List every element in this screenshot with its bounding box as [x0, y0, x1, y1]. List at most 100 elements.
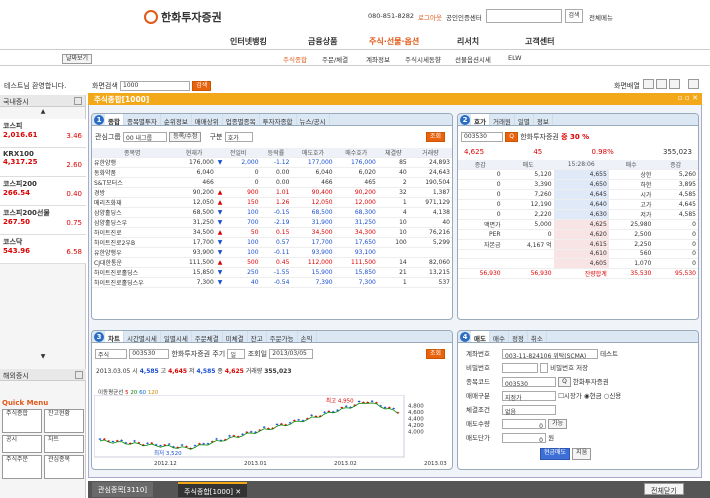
orderbook-row[interactable]: 0 5,120 4,655 상한 5,260	[458, 169, 698, 181]
subnav-elw[interactable]: ELW	[508, 54, 522, 62]
add-icon[interactable]	[75, 371, 83, 379]
market-order-checkbox[interactable]: 시장가	[564, 392, 582, 400]
credit-radio[interactable]: 신용	[609, 392, 621, 400]
brand-logo[interactable]: 한화투자증권	[144, 9, 222, 25]
cond-select[interactable]: 없음	[502, 405, 556, 416]
code-search-icon[interactable]: Q	[558, 377, 571, 387]
task-tab-watchlist[interactable]: 관심종목[3110]	[92, 482, 154, 497]
quick-stock-summary[interactable]: 주식종합	[2, 409, 42, 433]
task-tab-stock-summary[interactable]: 주식종합[1000] ✕	[178, 482, 248, 497]
col-name[interactable]: 종목명	[92, 148, 173, 159]
qty-input[interactable]: 0	[502, 419, 546, 430]
index-item[interactable]: 코스피200선물 267.50 0.75	[0, 206, 86, 235]
close-all-button[interactable]: 전체닫기	[644, 483, 684, 495]
pw-input[interactable]	[502, 363, 538, 373]
all-menu-link[interactable]: 전체메뉴	[589, 12, 613, 22]
col-volume[interactable]: 거래량	[408, 148, 452, 159]
nav-customer[interactable]: 고객센터	[525, 36, 554, 47]
p3-tab-unfilled[interactable]: 미체결	[223, 331, 248, 343]
settings-icon[interactable]	[688, 79, 699, 89]
subnav-stock-summary[interactable]: 주식종합	[283, 54, 307, 64]
market-select[interactable]: 주식	[95, 349, 127, 359]
p2-code-input[interactable]: 003530	[461, 132, 503, 142]
p1-query-button[interactable]: 조회	[425, 132, 445, 142]
index-item[interactable]: 코스닥 543.96 6.58	[0, 235, 86, 264]
index-item[interactable]: 코스피 2,016.61 3.46	[0, 119, 86, 148]
quick-watchlist[interactable]: 관심종목	[44, 455, 84, 479]
p1-tab-summary[interactable]: 종합	[105, 114, 124, 126]
quick-balance[interactable]: 잔고현황	[44, 409, 84, 433]
subnav-account[interactable]: 계좌정보	[366, 54, 390, 64]
price-chart[interactable]: 4,8004,6004,4004,2004,000 2012.12 2013.01 2…	[94, 395, 452, 467]
nav-internet-banking[interactable]: 인터넷뱅킹	[230, 36, 267, 47]
p3-tab-chart[interactable]: 차트	[105, 331, 124, 343]
period-select[interactable]: 일	[227, 349, 246, 359]
p3-tab-avail[interactable]: 주문가능	[267, 331, 298, 343]
p3-tab-time[interactable]: 시간별시세	[124, 331, 161, 343]
cash-radio[interactable]: 현금	[590, 392, 602, 400]
pw-save-checkbox[interactable]	[540, 363, 549, 373]
index-item[interactable]: KRX100 4,317.25 2.60	[0, 148, 86, 177]
p3-tab-fill[interactable]: 주문체결	[192, 331, 223, 343]
orderbook-row[interactable]: PER 0 4,620 2,500 0	[458, 229, 698, 240]
top-search-input[interactable]	[486, 9, 562, 23]
cert-center-link[interactable]: 공인인증센터	[446, 12, 482, 22]
p4-tab-sell[interactable]: 매도	[471, 331, 490, 343]
subnav-trend[interactable]: 주식시세동향	[405, 54, 441, 64]
collapse-icon[interactable]	[74, 97, 82, 105]
quick-notice[interactable]: 공시	[2, 435, 42, 453]
orderbook-row[interactable]: 0 12,190 4,640 고가 4,645	[458, 199, 698, 211]
query-date-input[interactable]: 2013/03/05	[269, 349, 314, 359]
orderbook-row[interactable]: 4,610 560 0	[458, 249, 698, 260]
quick-order[interactable]: 주식주문	[2, 455, 42, 479]
orderbook-row[interactable]: 자본금 4,167 억 4,615 2,250 0	[458, 239, 698, 250]
p2-tab-quote[interactable]: 호가	[471, 114, 490, 126]
nav-products[interactable]: 금융상품	[308, 36, 337, 47]
col-bid[interactable]: 매수호가	[334, 148, 378, 159]
p1-tab-news[interactable]: 뉴스/공시	[297, 114, 330, 126]
division-select[interactable]: 호가	[224, 132, 253, 142]
logout-link[interactable]: 로그아웃	[418, 12, 442, 22]
orderbook-row[interactable]: 0 3,390 4,650 하한 3,895	[458, 179, 698, 191]
top-search-button[interactable]: 검색	[565, 9, 583, 23]
qty-available-button[interactable]: 가능	[548, 419, 568, 429]
p3-tab-pnl[interactable]: 손익	[298, 331, 317, 343]
p1-tab-rank[interactable]: 순위정보	[161, 114, 192, 126]
orderbook-row[interactable]: 0 2,220 4,630 저가 4,585	[458, 209, 698, 221]
price-input[interactable]: 0	[502, 433, 546, 444]
screen-search-button[interactable]: 검색	[192, 81, 212, 91]
p1-tab-sector[interactable]: 업종별종목	[223, 114, 260, 126]
scroll-up-icon[interactable]: ▲	[0, 108, 86, 118]
p4-tab-cancel[interactable]: 취소	[528, 331, 547, 343]
col-ask[interactable]: 매도호가	[291, 148, 335, 159]
p3-tab-daily[interactable]: 일별시세	[161, 331, 192, 343]
table-row[interactable]: 하이트진로 34,500 ▲ 50 0.15 34,500 34,300 10 76,216	[92, 227, 452, 239]
cash-sell-button[interactable]: 현금매도	[540, 448, 571, 460]
table-row[interactable]: CJ대한통운 111,500 ▲ 500 0.45 112,000 111,500 14 82,…	[92, 257, 452, 269]
nav-stocks[interactable]: 주식·선물·옵션	[369, 36, 419, 47]
table-row[interactable]: S&T모터스 466 0 0.00 466 465 2 190,504	[92, 177, 452, 189]
p1-tab-top[interactable]: 매매상위	[192, 114, 223, 126]
p2-tab-broker[interactable]: 거래원	[490, 114, 515, 126]
p1-tab-investor-sum[interactable]: 투자자종합	[260, 114, 297, 126]
col-trade[interactable]: 체결량	[377, 148, 409, 159]
order-type-select[interactable]: 지정가	[502, 391, 556, 402]
p2-tab-daily[interactable]: 일별	[515, 114, 534, 126]
table-row[interactable]: 유한양행우 93,900 ▼ 100 -0.11 93,900 93,100	[92, 247, 452, 259]
layout-cascade-icon[interactable]	[669, 79, 680, 89]
index-item[interactable]: 코스피200 266.54 0.40	[0, 177, 86, 206]
p3-query-button[interactable]: 조회	[425, 349, 445, 359]
table-row[interactable]: 메리츠화재 12,050 ▲ 150 1.26 12,050 12,000 1 971,129	[92, 197, 452, 209]
col-rate[interactable]: 등락률	[260, 148, 292, 159]
p3-code-input[interactable]: 003530	[129, 349, 170, 359]
subnav-futures[interactable]: 선물옵션시세	[455, 54, 491, 64]
p1-tab-investor[interactable]: 종목별투자	[124, 114, 161, 126]
window-controls-icon[interactable]: ▫ ▫ ✕	[678, 94, 698, 102]
orderbook-row[interactable]: 0 7,260 4,645 시가 4,585	[458, 189, 698, 201]
table-row[interactable]: 경방 90,200 ▲ 900 1.01 90,400 90,200 32 1,387	[92, 187, 452, 199]
register-button[interactable]: 등록/수정	[169, 132, 202, 142]
col-price[interactable]: 현재가	[172, 148, 216, 159]
p2-search-icon[interactable]: Q	[505, 132, 518, 142]
p2-tab-info[interactable]: 정보	[534, 114, 553, 126]
quick-chart[interactable]: 차트	[44, 435, 84, 453]
